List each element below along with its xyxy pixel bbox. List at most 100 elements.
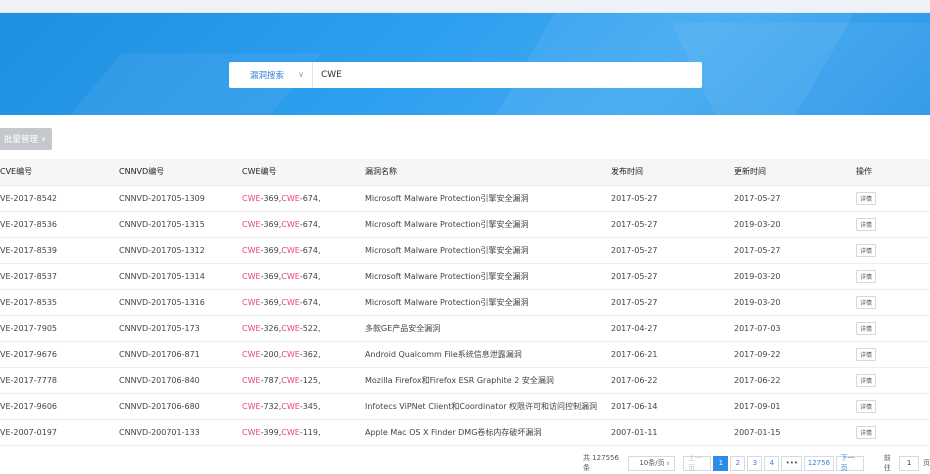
detail-button[interactable]: 详情 <box>856 373 877 387</box>
cwe-link[interactable]: CWE <box>242 350 261 359</box>
cwe-link[interactable]: CWE <box>242 220 261 229</box>
goto-page-input[interactable]: 1 <box>899 455 919 471</box>
detail-button[interactable]: 详情 <box>856 295 877 309</box>
header-cwe: CWE编号 <box>242 159 365 186</box>
table-row: VE-2017-7905 CNNVD-201705-173 CWE-326,CWE-… <box>0 315 930 342</box>
vuln-name: Microsoft Malware Protection引擎安全漏洞 <box>365 263 611 290</box>
cnnvd-id: CNNVD-200701-133 <box>119 419 242 446</box>
detail-button[interactable]: 详情 <box>856 269 877 283</box>
action-cell: 详情 <box>856 211 930 238</box>
cve-id: VE-2017-8539 <box>0 237 119 264</box>
cwe-link[interactable]: CWE <box>281 246 300 255</box>
batch-manage-label: 批量管理 <box>3 135 38 145</box>
updated-date: 2017-05-27 <box>734 237 856 264</box>
cwe-link[interactable]: CWE <box>242 272 261 281</box>
cwe-number: -674, <box>299 271 321 281</box>
published-date: 2017-05-27 <box>611 263 734 290</box>
batch-manage-button[interactable]: 批量管理 ∨ <box>0 128 52 150</box>
cwe-link[interactable]: CWE <box>281 220 300 229</box>
cnnvd-id: CNNVD-201706-680 <box>119 393 242 420</box>
updated-date: 2017-06-22 <box>734 367 856 394</box>
cwe-link[interactable]: CWE <box>281 376 300 385</box>
cwe-link[interactable]: CWE <box>281 324 300 333</box>
cwe-ids: CWE-369,CWE-674, <box>242 185 365 212</box>
cwe-link[interactable]: CWE <box>281 428 300 437</box>
cwe-number: -200, <box>260 349 282 359</box>
cwe-link[interactable]: CWE <box>242 246 261 255</box>
cwe-number: -362, <box>299 349 321 359</box>
chevron-down-icon: ∨ <box>665 459 671 467</box>
published-date: 2017-05-27 <box>611 185 734 212</box>
cve-id: VE-2017-7905 <box>0 315 119 342</box>
cwe-number: -326, <box>260 323 282 333</box>
action-cell: 详情 <box>856 341 930 368</box>
search-type-label: 漏洞搜索 <box>250 71 285 81</box>
table-row: VE-2017-7778 CNNVD-201706-840 CWE-787,CWE-… <box>0 367 930 394</box>
cwe-link[interactable]: CWE <box>242 298 261 307</box>
cwe-number: -369, <box>260 193 282 203</box>
header-action: 操作 <box>856 159 930 186</box>
cwe-link[interactable]: CWE <box>242 402 261 411</box>
action-cell: 详情 <box>856 237 930 264</box>
cnnvd-id: CNNVD-201705-1312 <box>119 237 242 264</box>
next-page-button[interactable]: 下一页 <box>835 454 864 472</box>
cwe-link[interactable]: CWE <box>242 194 261 203</box>
cwe-ids: CWE-200,CWE-362, <box>242 341 365 368</box>
header-name: 漏洞名称 <box>365 159 611 186</box>
search-input[interactable] <box>313 62 702 88</box>
cwe-ids: CWE-369,CWE-674, <box>242 263 365 290</box>
cnnvd-id: CNNVD-201706-871 <box>119 341 242 368</box>
table-row: VE-2017-8542 CNNVD-201705-1309 CWE-369,CWE… <box>0 185 930 212</box>
table-row: VE-2017-8539 CNNVD-201705-1312 CWE-369,CWE… <box>0 237 930 264</box>
page-button-4[interactable]: 4 <box>764 455 780 471</box>
detail-button[interactable]: 详情 <box>856 217 877 231</box>
published-date: 2017-05-27 <box>611 289 734 316</box>
cwe-link[interactable]: CWE <box>242 376 261 385</box>
cwe-link[interactable]: CWE <box>242 324 261 333</box>
cwe-ids: CWE-369,CWE-674, <box>242 289 365 316</box>
cwe-link[interactable]: CWE <box>281 194 300 203</box>
cve-id: VE-2017-9676 <box>0 341 119 368</box>
cwe-link[interactable]: CWE <box>281 298 300 307</box>
vuln-name: Microsoft Malware Protection引擎安全漏洞 <box>365 211 611 238</box>
page-button-last[interactable]: 12756 <box>804 455 834 471</box>
cwe-link[interactable]: CWE <box>242 428 261 437</box>
page-button-3[interactable]: 3 <box>747 455 763 471</box>
header-updated: 更新时间 <box>734 159 856 186</box>
detail-button[interactable]: 详情 <box>856 321 877 335</box>
table-row: VE-2017-8535 CNNVD-201705-1316 CWE-369,CWE… <box>0 289 930 316</box>
cwe-number: -369, <box>260 245 282 255</box>
vuln-name: Mozilla Firefox和Firefox ESR Graphite 2 安… <box>365 367 611 394</box>
prev-page-button[interactable]: 上一页 <box>683 454 712 472</box>
detail-button[interactable]: 详情 <box>856 399 877 413</box>
detail-button[interactable]: 详情 <box>856 347 877 361</box>
page-size-select[interactable]: 10条/页 ∨ <box>628 455 676 471</box>
vuln-name: Microsoft Malware Protection引擎安全漏洞 <box>365 185 611 212</box>
goto-label: 前往 <box>883 454 891 472</box>
cwe-ids: CWE-369,CWE-674, <box>242 211 365 238</box>
more-pages-ellipsis[interactable]: ••• <box>781 455 803 471</box>
cwe-number: -125, <box>299 375 321 385</box>
page-button-2[interactable]: 2 <box>730 455 746 471</box>
cve-id: VE-2017-8537 <box>0 263 119 290</box>
vuln-name: Infotecs ViPNet Client和Coordinator 权限许可和… <box>365 393 611 420</box>
detail-button[interactable]: 详情 <box>856 243 877 257</box>
cwe-link[interactable]: CWE <box>281 350 300 359</box>
cwe-ids: CWE-326,CWE-522, <box>242 315 365 342</box>
detail-button[interactable]: 详情 <box>856 191 877 205</box>
page-button-1[interactable]: 1 <box>713 455 729 471</box>
published-date: 2017-05-27 <box>611 211 734 238</box>
table-row: VE-2017-8536 CNNVD-201705-1315 CWE-369,CWE… <box>0 211 930 238</box>
header-cve: CVE编号 <box>0 159 119 186</box>
cnnvd-id: CNNVD-201705-173 <box>119 315 242 342</box>
cnnvd-id: CNNVD-201705-1315 <box>119 211 242 238</box>
table-header-row: CVE编号 CNNVD编号 CWE编号 漏洞名称 发布时间 更新时间 操作 <box>0 159 930 186</box>
detail-button[interactable]: 详情 <box>856 425 877 439</box>
search-type-select[interactable]: 漏洞搜索 ∨ <box>229 62 313 88</box>
page-size-value: 10条/页 <box>639 459 665 467</box>
pagination: 共 127556 条 10条/页 ∨ 上一页 1 2 3 4 ••• 12756… <box>583 454 930 472</box>
updated-date: 2017-07-03 <box>734 315 856 342</box>
cwe-link[interactable]: CWE <box>281 402 300 411</box>
cwe-link[interactable]: CWE <box>281 272 300 281</box>
updated-date: 2017-09-22 <box>734 341 856 368</box>
